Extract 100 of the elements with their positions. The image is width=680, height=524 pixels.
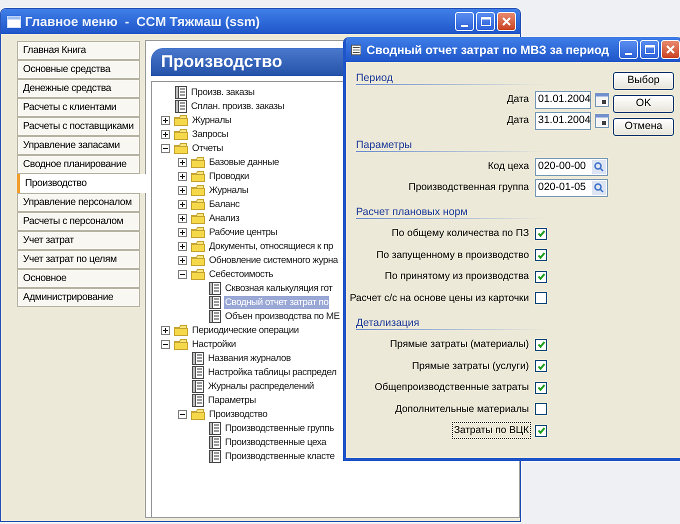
collapse-icon[interactable] — [161, 144, 170, 152]
menu-item[interactable]: Основное — [17, 269, 140, 288]
tree-item[interactable]: Базовые данные — [208, 156, 280, 168]
close-button[interactable] — [661, 40, 680, 59]
menu-item[interactable]: Сводное планирование — [17, 155, 140, 174]
tree-item[interactable]: Себестоимость — [208, 268, 274, 280]
expand-icon[interactable] — [178, 256, 187, 264]
tree-item[interactable]: Отчеты — [191, 142, 224, 154]
folder-icon — [174, 114, 188, 126]
section-heading: Расчет плановых норм — [356, 206, 469, 218]
checkbox[interactable] — [535, 249, 547, 262]
lookup-button[interactable] — [592, 180, 606, 194]
tree-item[interactable]: Производственные цеха — [224, 436, 328, 448]
menu-item[interactable]: Производство — [17, 174, 146, 193]
lookup-field[interactable]: 020-00-00 — [535, 158, 608, 176]
menu-item[interactable]: Главная Книга — [17, 41, 140, 60]
close-button[interactable] — [497, 12, 516, 31]
checkbox-label: По запущенному в производство — [375, 248, 530, 263]
folder-icon — [191, 268, 205, 280]
tree-item[interactable]: Настройки — [191, 338, 237, 350]
tree-item[interactable]: Журналы — [208, 184, 250, 196]
dialog-button[interactable]: OK — [613, 95, 674, 113]
checkbox-label: Прямые затраты (материалы) — [388, 338, 530, 352]
checkbox[interactable] — [535, 338, 547, 351]
checkbox[interactable] — [535, 360, 547, 372]
expand-icon[interactable] — [178, 172, 187, 180]
tree-item[interactable]: Произв. заказы — [190, 86, 256, 98]
folder-icon — [191, 212, 205, 224]
menu-item[interactable]: Администрирование — [17, 288, 140, 307]
checkbox[interactable] — [535, 292, 547, 304]
maximize-button[interactable] — [640, 40, 659, 59]
checkbox-label: По общему количества по ПЗ — [390, 227, 530, 242]
checkbox-label: Дополнительные материалы — [394, 402, 530, 417]
menu-item[interactable]: Основные средства — [17, 60, 140, 79]
tree-item[interactable]: Анализ — [208, 212, 240, 224]
tree-item[interactable]: Объен производства по МЕ — [224, 310, 341, 322]
checkbox-label: Прямые затраты (услуги) — [410, 360, 530, 374]
tree-item[interactable]: Обновление системного журна — [208, 254, 339, 266]
checkmark-icon — [536, 229, 546, 238]
folder-icon — [174, 142, 188, 154]
lookup-field[interactable]: 020-01-05 — [535, 178, 608, 196]
tree-item[interactable]: Сплан. произв. заказы — [190, 100, 286, 112]
tree-item[interactable]: Журналы распределений — [207, 380, 315, 392]
expand-icon[interactable] — [178, 200, 187, 208]
tree-item[interactable]: Проводки — [208, 170, 250, 182]
minimize-icon — [625, 53, 632, 55]
minimize-button[interactable] — [619, 40, 638, 59]
menu-item[interactable]: Управление запасами — [17, 136, 140, 155]
search-icon — [594, 182, 604, 192]
tree-item[interactable]: Параметры — [207, 394, 257, 406]
folder-icon — [191, 170, 205, 182]
menu-item[interactable]: Учет затрат — [17, 231, 140, 250]
collapse-icon[interactable] — [178, 270, 187, 278]
date-field[interactable]: 31.01.2004 — [535, 112, 591, 130]
tree-item[interactable]: Производственные класте — [224, 450, 336, 462]
dialog-button[interactable]: Выбор — [613, 72, 674, 90]
menu-item[interactable]: Управление персоналом — [17, 193, 140, 212]
checkbox[interactable] — [535, 228, 547, 240]
checkmark-icon — [536, 250, 546, 260]
tree-item[interactable]: Запросы — [191, 128, 230, 140]
lookup-button[interactable] — [592, 160, 606, 174]
tree-item[interactable]: Производство — [208, 408, 268, 420]
tree-item[interactable]: Журналы — [191, 114, 232, 126]
collapse-icon[interactable] — [161, 340, 170, 348]
calendar-icon[interactable] — [595, 114, 609, 128]
report-icon — [351, 44, 362, 56]
tree-item[interactable]: Сквозная калькуляция гот — [224, 282, 334, 294]
menu-item[interactable]: Учет затрат по целям — [17, 250, 140, 269]
checkbox[interactable] — [535, 382, 547, 394]
expand-icon[interactable] — [161, 130, 170, 138]
tree-item[interactable]: Баланс — [208, 198, 241, 210]
calendar-icon[interactable] — [595, 92, 609, 106]
checkmark-icon — [536, 426, 546, 436]
menu-item[interactable]: Расчеты с клиентами — [17, 98, 140, 117]
checkbox[interactable] — [535, 424, 547, 437]
menu-item[interactable]: Расчеты с персоналом — [17, 212, 140, 231]
expand-icon[interactable] — [178, 158, 187, 166]
checkbox[interactable] — [535, 403, 547, 416]
tree-item[interactable]: Настройка таблицы распредел — [207, 366, 338, 378]
menu-item[interactable]: Расчеты с поставщиками — [17, 117, 140, 136]
tree-item[interactable]: Производственные группь — [224, 422, 335, 434]
date-field[interactable]: 01.01.2004 — [535, 90, 591, 108]
expand-icon[interactable] — [178, 186, 187, 194]
menu-item[interactable]: Денежные средства — [17, 79, 140, 98]
expand-icon[interactable] — [178, 242, 187, 250]
tree-item[interactable]: Периодические операции — [191, 324, 300, 336]
document-icon — [192, 380, 204, 392]
expand-icon[interactable] — [161, 116, 170, 124]
maximize-button[interactable] — [476, 12, 495, 31]
collapse-icon[interactable] — [178, 410, 187, 418]
tree-item[interactable]: Названия журналов — [207, 352, 292, 364]
checkbox-label: По принятому из производства — [384, 270, 530, 284]
dialog-button[interactable]: Отмена — [613, 118, 674, 136]
tree-item[interactable]: Рабочие центры — [208, 226, 278, 238]
expand-icon[interactable] — [178, 228, 187, 236]
checkbox[interactable] — [535, 270, 547, 283]
minimize-button[interactable] — [455, 12, 474, 31]
expand-icon[interactable] — [161, 326, 170, 334]
expand-icon[interactable] — [178, 214, 187, 222]
tree-item[interactable]: Документы, относящиеся к пр — [208, 240, 334, 252]
